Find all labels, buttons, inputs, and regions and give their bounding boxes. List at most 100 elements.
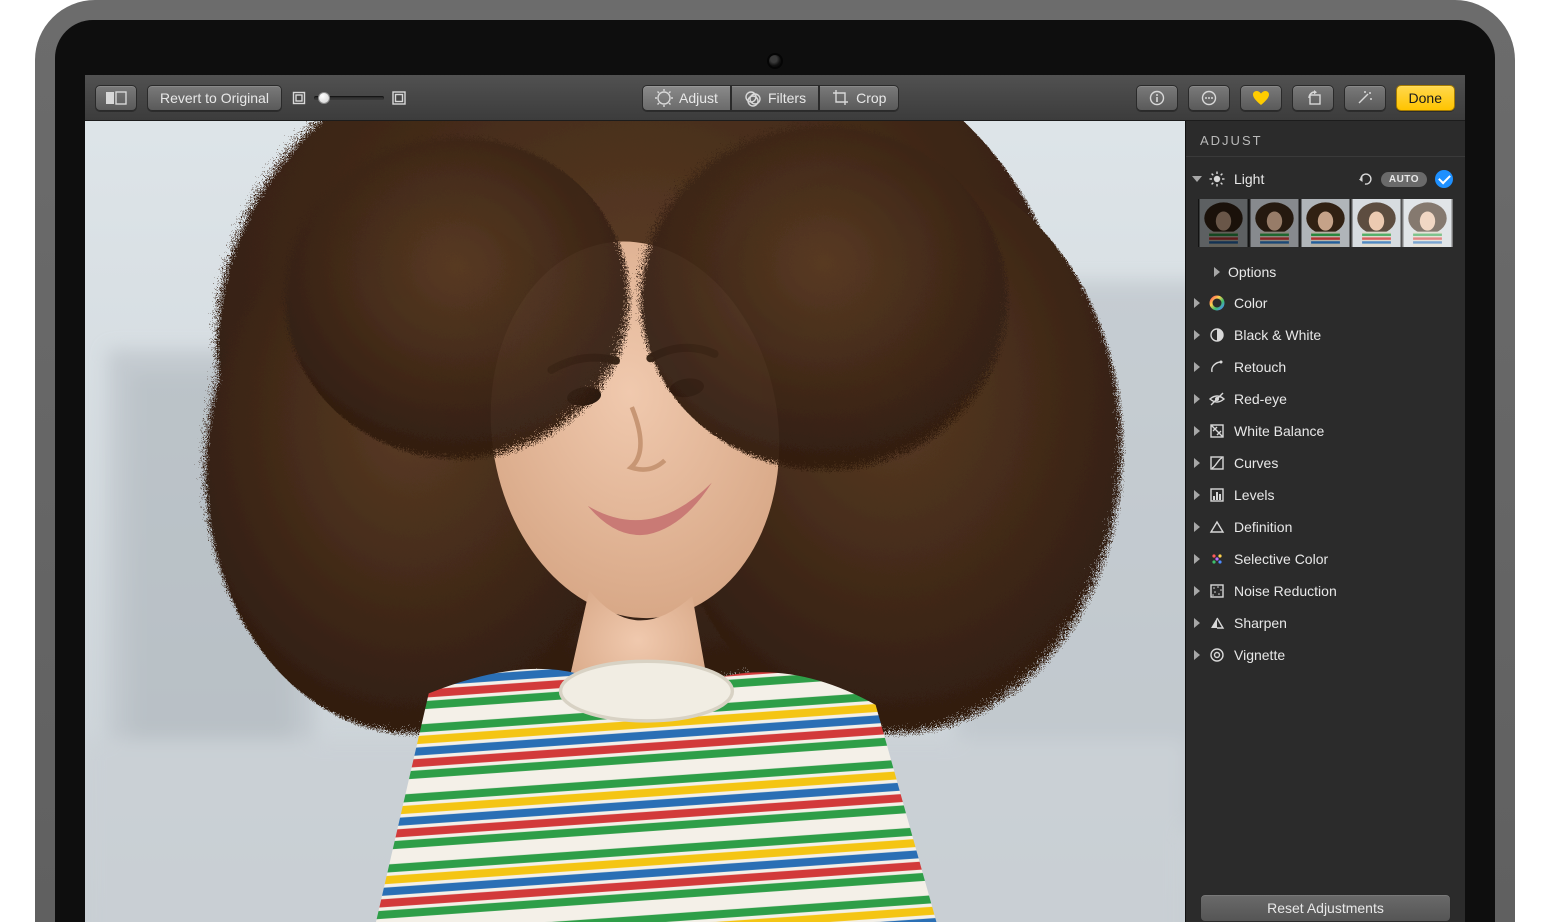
disclosure-triangle-icon [1194,394,1200,404]
favorite-button[interactable] [1240,85,1282,111]
adjustment-levels-row[interactable]: Levels [1186,479,1465,511]
auto-enhance-button[interactable] [1344,85,1386,111]
adjust-dial-icon [655,89,673,107]
disclosure-triangle-icon [1194,426,1200,436]
zoom-slider-thumb[interactable] [318,92,330,104]
redeye-icon [1208,390,1226,408]
revert-label: Revert to Original [160,90,269,106]
light-thumb-5[interactable] [1402,199,1453,247]
light-label: Light [1234,171,1349,187]
auto-button[interactable]: AUTO [1381,172,1427,187]
adjustment-redeye-row[interactable]: Red-eye [1186,383,1465,415]
adjustment-label: Vignette [1234,647,1453,663]
noise-icon [1208,582,1226,600]
tab-adjust[interactable]: Adjust [642,85,731,111]
tab-adjust-label: Adjust [679,90,718,106]
webcam [769,55,781,67]
reset-adjustments-button[interactable]: Reset Adjustments [1200,894,1451,922]
curves-icon [1208,454,1226,472]
laptop-mockup: Revert to Original [0,0,1560,922]
rotate-button[interactable] [1292,85,1334,111]
zoom-slider[interactable] [314,96,384,100]
disclosure-triangle-icon [1194,362,1200,372]
thumbnail-small-icon [292,91,306,105]
done-label: Done [1409,90,1442,106]
adjustment-label: Levels [1234,487,1453,503]
disclosure-triangle-icon [1214,267,1220,277]
adjustment-label: Red-eye [1234,391,1453,407]
light-thumb-2[interactable] [1249,199,1300,247]
adjustment-vignette-row[interactable]: Vignette [1186,639,1465,671]
adjustment-label: Black & White [1234,327,1453,343]
adjustment-sharpen-row[interactable]: Sharpen [1186,607,1465,639]
disclosure-triangle-icon [1194,522,1200,532]
ellipsis-circle-icon [1201,90,1217,106]
adjustment-bw-row[interactable]: Black & White [1186,319,1465,351]
tab-filters[interactable]: Filters [731,85,819,111]
adjustment-label: Color [1234,295,1453,311]
color-icon [1208,294,1226,312]
retouch-icon [1208,358,1226,376]
tab-filters-label: Filters [768,90,806,106]
rotate-ccw-icon [1304,90,1322,106]
reset-label: Reset Adjustments [1267,900,1384,916]
adjustment-color-row[interactable]: Color [1186,287,1465,319]
vignette-icon [1208,646,1226,664]
photo-canvas[interactable] [85,121,1185,922]
adjustment-label: Definition [1234,519,1453,535]
disclosure-triangle-icon [1194,490,1200,500]
crop-icon [832,89,850,107]
revert-to-original-button[interactable]: Revert to Original [147,85,282,111]
adjustment-light-header[interactable]: Light AUTO [1186,163,1465,195]
main-area: ADJUST Light AUTO [85,121,1465,922]
adjustment-label: Retouch [1234,359,1453,375]
compare-view-button[interactable] [95,85,137,111]
light-thumb-4[interactable] [1351,199,1402,247]
disclosure-triangle-icon [1194,650,1200,660]
adjustment-label: White Balance [1234,423,1453,439]
adjustment-noise-row[interactable]: Noise Reduction [1186,575,1465,607]
adjustment-definition-row[interactable]: Definition [1186,511,1465,543]
laptop-bezel: Revert to Original [35,0,1515,922]
done-button[interactable]: Done [1396,85,1455,111]
info-button[interactable] [1136,85,1178,111]
panel-title: ADJUST [1186,121,1465,157]
compare-split-icon [105,91,127,105]
undo-icon[interactable] [1357,171,1373,187]
toolbar: Revert to Original [85,75,1465,121]
panel-body: Light AUTO [1186,157,1465,894]
disclosure-triangle-icon [1194,586,1200,596]
filters-icon [744,89,762,107]
tab-crop[interactable]: Crop [819,85,899,111]
adjustment-retouch-row[interactable]: Retouch [1186,351,1465,383]
light-thumb-1[interactable] [1198,199,1249,247]
adjustment-curves-row[interactable]: Curves [1186,447,1465,479]
light-thumb-3[interactable] [1300,199,1351,247]
light-preview-strip[interactable] [1186,195,1465,257]
enabled-check-icon[interactable] [1435,170,1453,188]
wb-icon [1208,422,1226,440]
app-window: Revert to Original [85,75,1465,922]
adjustment-label: Curves [1234,455,1453,471]
adjustment-label: Sharpen [1234,615,1453,631]
disclosure-triangle-icon [1194,298,1200,308]
heart-icon [1252,90,1270,106]
tab-crop-label: Crop [856,90,886,106]
disclosure-triangle-icon [1192,176,1202,182]
adjustment-wb-row[interactable]: White Balance [1186,415,1465,447]
disclosure-triangle-icon [1194,618,1200,628]
disclosure-triangle-icon [1194,554,1200,564]
more-button[interactable] [1188,85,1230,111]
bw-icon [1208,326,1226,344]
thumbnail-large-icon [392,91,406,105]
selcolor-icon [1208,550,1226,568]
disclosure-triangle-icon [1194,330,1200,340]
light-options-row[interactable]: Options [1186,257,1465,287]
adjust-panel: ADJUST Light AUTO [1185,121,1465,922]
adjustment-selcolor-row[interactable]: Selective Color [1186,543,1465,575]
magic-wand-icon [1356,90,1374,106]
laptop-inner-bezel: Revert to Original [55,20,1495,922]
adjustment-label: Selective Color [1234,551,1453,567]
edit-mode-segmented-control: Adjust Filters Crop [642,85,899,111]
light-options-label: Options [1228,264,1453,280]
